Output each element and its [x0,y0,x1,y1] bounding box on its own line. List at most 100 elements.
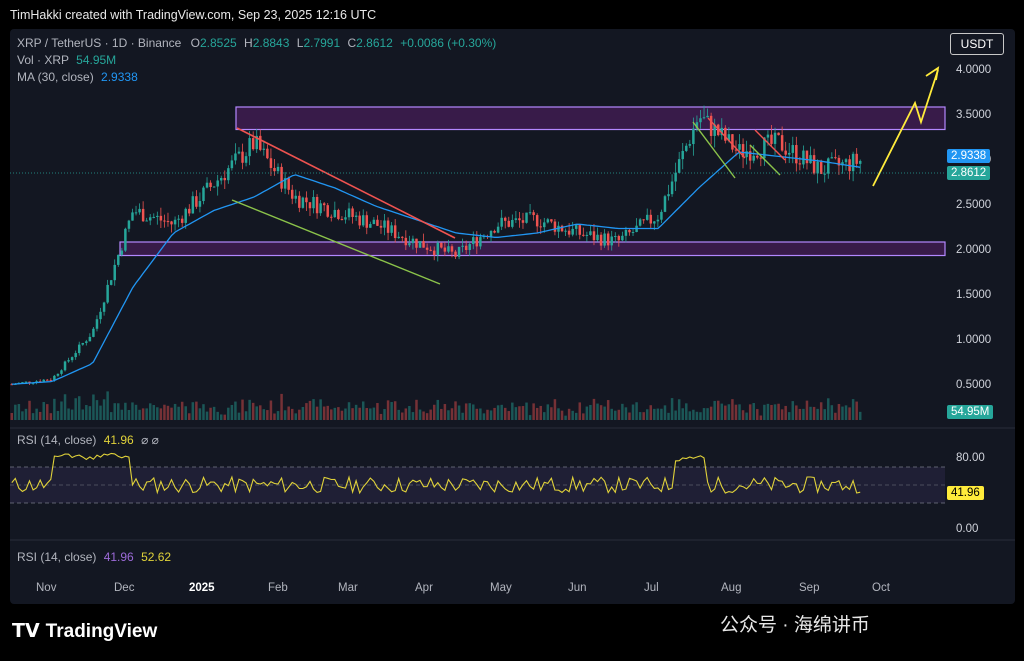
volume-bar [443,404,447,420]
volume-bar [848,407,851,420]
candle [667,194,670,197]
candle [95,319,99,329]
candle [163,220,166,222]
candle [759,157,763,159]
volume-bar [482,413,486,420]
volume-bar [645,409,649,420]
rsi-tick: 80.00 [956,452,985,464]
volume-bar [106,391,109,420]
tradingview-logo[interactable]: 𝗧𝗩 TradingView [12,620,157,643]
volume-bar [553,399,557,420]
candle [287,178,290,190]
rsi-legend-2: RSI (14, close) 41.96 52.62 [17,550,171,564]
volume-bar [88,406,92,420]
candle [244,156,248,163]
volume-bar [358,407,361,420]
volume-bar [227,407,230,420]
candle [298,195,301,208]
candle [340,218,344,220]
candle [92,328,95,337]
candle [212,186,216,188]
candle [571,228,574,235]
candle [134,212,138,214]
volume-bar [685,403,688,420]
volume-bar [589,404,592,420]
candle [472,237,475,245]
volume-bar [315,406,319,420]
candle [628,229,631,233]
price-tick: 0.5000 [956,379,992,391]
currency-button[interactable]: USDT [950,33,1004,55]
candle [432,250,436,256]
volume-bar [184,406,187,420]
volume-bar [624,407,628,420]
candle [376,219,379,226]
month-label: Jun [568,582,587,594]
month-label: Oct [872,582,890,594]
volume-bar [361,401,365,420]
volume-bar [170,407,173,420]
visibility-icon[interactable]: ⌀ ⌀ [141,433,159,447]
volume-bar [582,413,585,420]
candle [663,196,667,212]
downtrend-line [236,127,456,239]
candle [429,249,432,251]
candle [780,135,784,151]
low-value: 2.7991 [303,36,341,50]
volume-bar [148,403,152,420]
candle [106,284,109,303]
volume-bar [546,404,550,420]
volume-bar [290,408,294,420]
volume-bar [49,413,53,420]
volume-bar [599,405,603,420]
candle [81,342,85,345]
volume-bar [113,403,116,420]
ma-label: MA (30, close) [17,70,94,84]
month-label: Apr [415,582,433,594]
volume-bar [77,396,81,420]
volume-bar [447,410,450,420]
volume-bar [809,406,812,420]
candle [63,361,67,371]
candle [599,234,603,246]
volume-bar [386,400,390,420]
rsi2-value-2: 52.62 [141,550,172,564]
volume-bar [507,411,511,420]
volume-bar [457,405,461,420]
watermark: 公众号 · 海绵讲币 [720,615,870,636]
volume-bar [511,402,514,420]
candle [251,138,255,150]
candle [706,115,709,118]
candle [294,195,298,199]
volume-bar [642,412,645,420]
month-label: Dec [114,582,135,594]
close-label: C [347,36,357,50]
candle [851,153,855,172]
candle [347,208,351,218]
candle [642,219,645,221]
volume-bar [312,399,315,420]
volume-bar [67,408,70,420]
volume-bar [163,404,166,420]
volume-bar [475,408,479,420]
volume-bar [795,405,798,420]
volume-bar [383,409,386,420]
volume-bar [571,410,574,420]
volume-bar [486,409,489,420]
volume-bar [656,408,660,420]
candle [404,237,408,246]
rsi2-value-1: 41.96 [103,550,134,564]
candle [805,150,809,164]
volume-bar [610,408,613,420]
candle [553,221,557,232]
candle [621,235,624,241]
volume-bar [574,412,578,420]
candle [702,117,706,119]
volume-bar [759,415,763,420]
volume-bar [617,409,621,420]
volume-bar [851,399,855,420]
candle [447,246,450,252]
volume-bar [70,409,74,420]
volume-bar [713,400,716,420]
candle [259,135,262,150]
